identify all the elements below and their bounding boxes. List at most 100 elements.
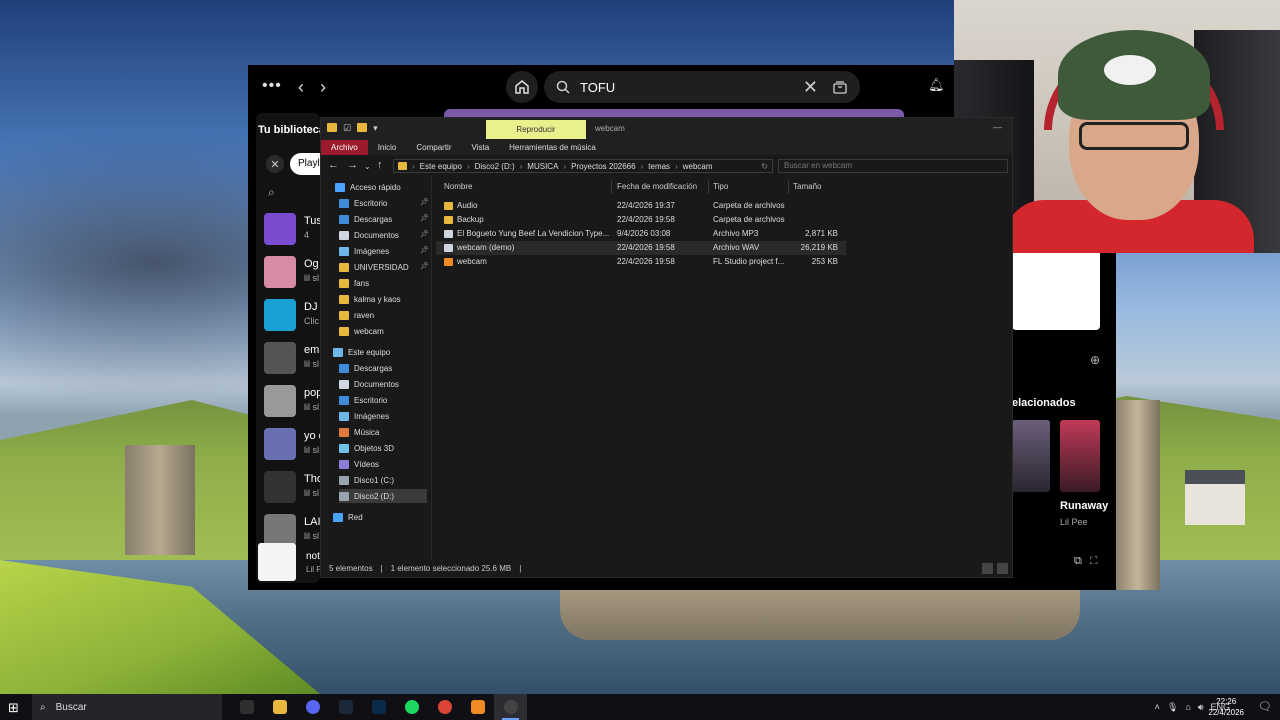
breadcrumb-separator-icon[interactable]: ›	[675, 162, 678, 171]
ribbon-tab[interactable]: Archivo	[321, 140, 368, 155]
taskbar-search-input[interactable]: ⌕ Buscar	[32, 694, 222, 720]
nav-item[interactable]: kalma y kaos	[339, 292, 427, 306]
taskbar-app-button[interactable]	[329, 694, 362, 720]
nav-item[interactable]: Imágenes	[339, 244, 427, 258]
notifications-bell-icon[interactable]: 🔔︎	[928, 77, 945, 93]
breadcrumb-segment[interactable]: temas	[648, 162, 670, 171]
file-row[interactable]: Backup 22/4/2026 19:58 Carpeta de archivos	[436, 213, 846, 227]
breadcrumb-separator-icon[interactable]: ›	[641, 162, 644, 171]
notifications-icon[interactable]: 🗨︎	[1258, 700, 1272, 713]
nav-item[interactable]: Documentos	[339, 228, 427, 242]
breadcrumb-segment[interactable]: Disco2 (D:)	[475, 162, 515, 171]
customize-qat-icon[interactable]: ▾	[373, 123, 378, 134]
home-button[interactable]	[506, 71, 538, 103]
nav-item[interactable]: Red	[333, 510, 427, 524]
library-item[interactable]: DJ Clic	[264, 299, 324, 335]
related-track-title[interactable]: Runaway	[1060, 500, 1108, 512]
context-tab-play[interactable]: Reproducir	[486, 120, 586, 139]
file-row[interactable]: El Bogueto Yung Beef La Vendicion Type..…	[436, 227, 846, 241]
nav-item[interactable]: Disco1 (C:)	[339, 473, 427, 487]
nav-item[interactable]: UNIVERSIDAD	[339, 260, 427, 274]
related-artist-image[interactable]	[1012, 420, 1050, 492]
volume-icon[interactable]: 🔊︎	[1198, 702, 1204, 713]
file-row[interactable]: webcam (demo) 22/4/2026 19:58 Archivo WAV 2…	[436, 241, 846, 255]
nav-item[interactable]: webcam	[339, 324, 427, 338]
ribbon-tab[interactable]: Vista	[462, 140, 500, 155]
library-item[interactable]: yo d lil sl	[264, 428, 325, 464]
nav-item[interactable]: Descargas	[339, 212, 427, 226]
network-icon[interactable]: ⌂	[1185, 702, 1190, 712]
nav-item[interactable]: Acceso rápido	[335, 180, 427, 194]
properties-icon[interactable]: ☑	[343, 123, 351, 134]
related-track-image[interactable]	[1060, 420, 1100, 492]
spotify-search-input[interactable]: TOFU ✕	[544, 71, 860, 103]
back-arrow-icon[interactable]: ‹	[298, 77, 304, 98]
ribbon-tab[interactable]: Herramientas de música	[499, 140, 606, 155]
nav-item[interactable]: Música	[339, 425, 427, 439]
pane-divider[interactable]	[431, 176, 432, 563]
ribbon-tab[interactable]: Inicio	[368, 140, 407, 155]
library-item[interactable]: pop lil sl	[264, 385, 324, 421]
taskbar-app-button[interactable]	[362, 694, 395, 720]
column-divider[interactable]	[708, 180, 709, 194]
breadcrumb-segment[interactable]: Proyectos 202666	[571, 162, 636, 171]
show-hidden-icons-icon[interactable]: ˄	[1155, 702, 1160, 712]
library-title[interactable]: Tu biblioteca	[258, 124, 325, 136]
breadcrumb-segment[interactable]: Este equipo	[420, 162, 462, 171]
library-item[interactable]: Tho lil sl	[264, 471, 324, 507]
column-size[interactable]: Tamaño	[793, 182, 821, 191]
details-view-icon[interactable]	[982, 563, 993, 574]
minimize-button[interactable]: —	[993, 122, 1002, 132]
more-options-icon[interactable]: •••	[262, 77, 282, 95]
library-item[interactable]: Og lil sl	[264, 256, 324, 292]
column-date[interactable]: Fecha de modificación	[617, 182, 697, 191]
library-item[interactable]: em lil sl	[264, 342, 324, 378]
related-track-artist[interactable]: Lil Pee	[1060, 517, 1088, 527]
recent-locations-icon[interactable]: ⌄	[364, 162, 371, 171]
nav-item[interactable]: Descargas	[339, 361, 427, 375]
taskbar-clock[interactable]: 22:26 22/4/2026	[1208, 696, 1244, 718]
taskbar-app-button[interactable]	[263, 694, 296, 720]
windows-start-icon[interactable]: ⊞	[8, 700, 19, 716]
library-item[interactable]: Tus 4	[264, 213, 324, 249]
clear-search-icon[interactable]: ✕	[803, 77, 818, 98]
taskbar-app-button[interactable]	[395, 694, 428, 720]
nav-item[interactable]: Objetos 3D	[339, 441, 427, 455]
taskbar-app-button[interactable]	[494, 694, 527, 720]
file-row[interactable]: Audio 22/4/2026 19:37 Carpeta de archivos	[436, 199, 846, 213]
nav-item[interactable]: Escritorio	[339, 196, 427, 210]
library-search-icon[interactable]: ⌕	[268, 185, 275, 200]
column-divider[interactable]	[788, 180, 789, 194]
add-icon[interactable]: ⊕	[1090, 353, 1100, 367]
now-playing-cover[interactable]	[258, 543, 296, 581]
large-icons-view-icon[interactable]	[997, 563, 1008, 574]
breadcrumb-segment[interactable]: MUSICA	[527, 162, 558, 171]
nav-item[interactable]: fans	[339, 276, 427, 290]
breadcrumb-segment[interactable]: webcam	[683, 162, 713, 171]
column-type[interactable]: Tipo	[713, 182, 728, 191]
close-filter-icon[interactable]: ✕	[266, 155, 284, 173]
browse-icon[interactable]	[832, 79, 848, 95]
column-divider[interactable]	[611, 180, 612, 194]
nav-item[interactable]: Este equipo	[333, 345, 427, 359]
taskbar-app-button[interactable]	[461, 694, 494, 720]
breadcrumb-separator-icon[interactable]: ›	[412, 162, 415, 171]
miniplayer-fullscreen-icons[interactable]: ⧉⛶	[1074, 555, 1106, 568]
nav-item[interactable]: raven	[339, 308, 427, 322]
taskbar-app-button[interactable]	[428, 694, 461, 720]
microphone-icon[interactable]: 🎙︎	[1167, 702, 1178, 713]
explorer-search-input[interactable]: Buscar en webcam	[778, 159, 1008, 173]
now-playing-title[interactable]: not	[306, 551, 320, 562]
file-row[interactable]: webcam 22/4/2026 19:58 FL Studio project f…	[436, 255, 846, 269]
up-arrow-icon[interactable]: ↑	[377, 159, 383, 171]
taskbar-app-button[interactable]	[230, 694, 263, 720]
forward-arrow-icon[interactable]: ›	[320, 77, 326, 98]
path-breadcrumb[interactable]: › Este equipo › Disco2 (D:) › MUSICA › Proyecto…	[393, 159, 773, 173]
nav-item[interactable]: Escritorio	[339, 393, 427, 407]
refresh-icon[interactable]: ↻	[761, 162, 768, 171]
nav-item[interactable]: Documentos	[339, 377, 427, 391]
column-name[interactable]: Nombre	[444, 182, 472, 191]
nav-item[interactable]: Vídeos	[339, 457, 427, 471]
nav-item[interactable]: Imágenes	[339, 409, 427, 423]
ribbon-tab[interactable]: Compartir	[406, 140, 461, 155]
